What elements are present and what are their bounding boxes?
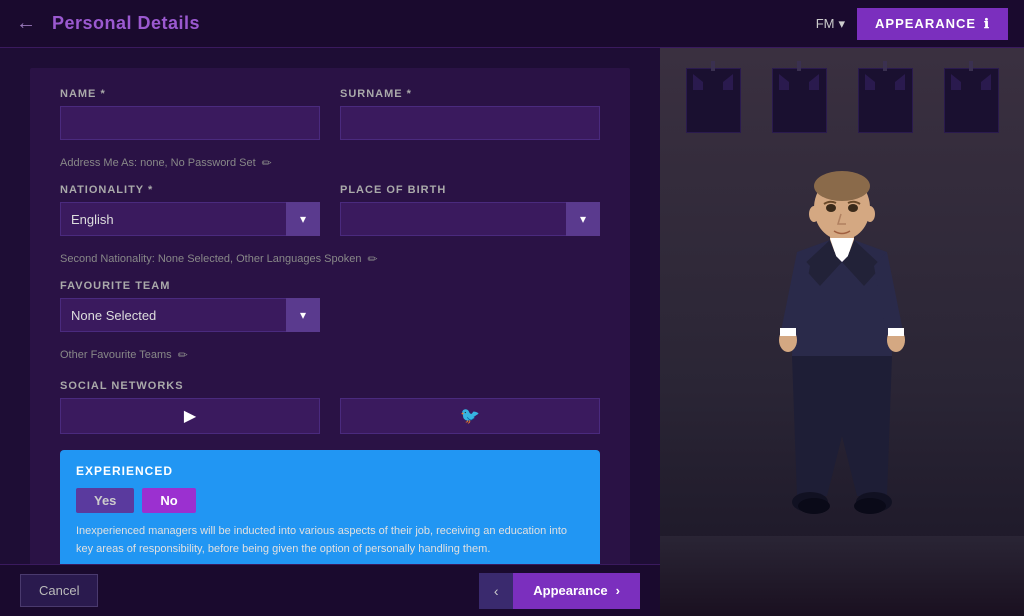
favourite-team-group: FAVOURITE TEAM None Selected ▾ bbox=[60, 280, 320, 332]
social-networks-label: SOCIAL NETWORKS bbox=[60, 380, 184, 392]
favourite-team-label: FAVOURITE TEAM bbox=[60, 280, 320, 292]
character-svg bbox=[742, 156, 942, 576]
place-of-birth-label: PLACE OF BIRTH bbox=[340, 184, 600, 196]
experienced-buttons: Yes No bbox=[76, 488, 584, 513]
experienced-no-button[interactable]: No bbox=[142, 488, 195, 513]
shirts-row bbox=[670, 68, 1014, 133]
fm-menu-button[interactable]: FM ▾ bbox=[816, 16, 845, 32]
header-actions: FM ▾ APPEARANCE ℹ bbox=[816, 8, 1008, 40]
info-icon: ℹ bbox=[984, 16, 990, 32]
social-row: ▶ 🐦 bbox=[60, 398, 600, 434]
name-row: NAME * SURNAME * bbox=[60, 88, 600, 140]
form-container: NAME * SURNAME * Address Me As: none, No… bbox=[30, 68, 630, 602]
next-label: Appearance bbox=[533, 583, 607, 598]
character-figure bbox=[742, 156, 942, 576]
surname-group: SURNAME * bbox=[340, 88, 600, 140]
name-input[interactable] bbox=[60, 106, 320, 140]
shirt-1 bbox=[686, 68, 741, 133]
fm-chevron-icon: ▾ bbox=[839, 16, 846, 32]
shirt-2 bbox=[772, 68, 827, 133]
twitter-icon: 🐦 bbox=[460, 406, 480, 426]
experienced-box: EXPERIENCED Yes No Inexperienced manager… bbox=[60, 450, 600, 572]
second-nationality-edit-icon[interactable]: ✏ bbox=[367, 252, 377, 266]
shirt-3 bbox=[858, 68, 913, 133]
appearance-label: APPEARANCE bbox=[875, 16, 976, 31]
cancel-button[interactable]: Cancel bbox=[20, 574, 98, 607]
experienced-yes-button[interactable]: Yes bbox=[76, 488, 134, 513]
place-of-birth-group: PLACE OF BIRTH ▾ bbox=[340, 184, 600, 236]
experienced-description: Inexperienced managers will be inducted … bbox=[76, 523, 584, 558]
place-of-birth-select-wrapper: ▾ bbox=[340, 202, 600, 236]
surname-input[interactable] bbox=[340, 106, 600, 140]
back-button[interactable]: ← bbox=[16, 12, 36, 35]
nationality-group: NATIONALITY * English Scottish Welsh Iri… bbox=[60, 184, 320, 236]
address-hint: Address Me As: none, No Password Set ✏ bbox=[60, 156, 600, 170]
twitter-button[interactable]: 🐦 bbox=[340, 398, 600, 434]
surname-label: SURNAME * bbox=[340, 88, 600, 100]
youtube-icon: ▶ bbox=[184, 406, 196, 426]
nationality-row: NATIONALITY * English Scottish Welsh Iri… bbox=[60, 184, 600, 236]
address-edit-icon[interactable]: ✏ bbox=[262, 156, 272, 170]
favourite-team-select[interactable]: None Selected bbox=[60, 298, 320, 332]
other-teams-hint: Other Favourite Teams ✏ bbox=[60, 348, 600, 362]
main-content: NAME * SURNAME * Address Me As: none, No… bbox=[0, 48, 1024, 616]
footer: Cancel ‹ Appearance › bbox=[0, 564, 660, 616]
name-label: NAME * bbox=[60, 88, 320, 100]
favourite-team-select-wrapper: None Selected ▾ bbox=[60, 298, 320, 332]
nationality-select-wrapper: English Scottish Welsh Irish ▾ bbox=[60, 202, 320, 236]
left-panel: NAME * SURNAME * Address Me As: none, No… bbox=[0, 48, 660, 616]
header: ← Personal Details FM ▾ APPEARANCE ℹ bbox=[0, 0, 1024, 48]
other-teams-edit-icon[interactable]: ✏ bbox=[178, 348, 188, 362]
second-nationality-hint: Second Nationality: None Selected, Other… bbox=[60, 252, 600, 266]
right-panel bbox=[660, 48, 1024, 616]
prev-button[interactable]: ‹ bbox=[479, 573, 513, 609]
nationality-select[interactable]: English Scottish Welsh Irish bbox=[60, 202, 320, 236]
fm-label: FM bbox=[816, 16, 835, 31]
nav-buttons: ‹ Appearance › bbox=[479, 573, 640, 609]
favourite-team-row: FAVOURITE TEAM None Selected ▾ bbox=[60, 280, 600, 332]
place-of-birth-select[interactable] bbox=[340, 202, 600, 236]
nationality-label: NATIONALITY * bbox=[60, 184, 320, 196]
youtube-button[interactable]: ▶ bbox=[60, 398, 320, 434]
next-chevron-icon: › bbox=[616, 583, 620, 598]
shirt-4 bbox=[944, 68, 999, 133]
next-button[interactable]: Appearance › bbox=[513, 573, 640, 609]
appearance-button[interactable]: APPEARANCE ℹ bbox=[857, 8, 1008, 40]
name-group: NAME * bbox=[60, 88, 320, 140]
experienced-title: EXPERIENCED bbox=[76, 464, 584, 478]
page-title: Personal Details bbox=[52, 13, 200, 34]
